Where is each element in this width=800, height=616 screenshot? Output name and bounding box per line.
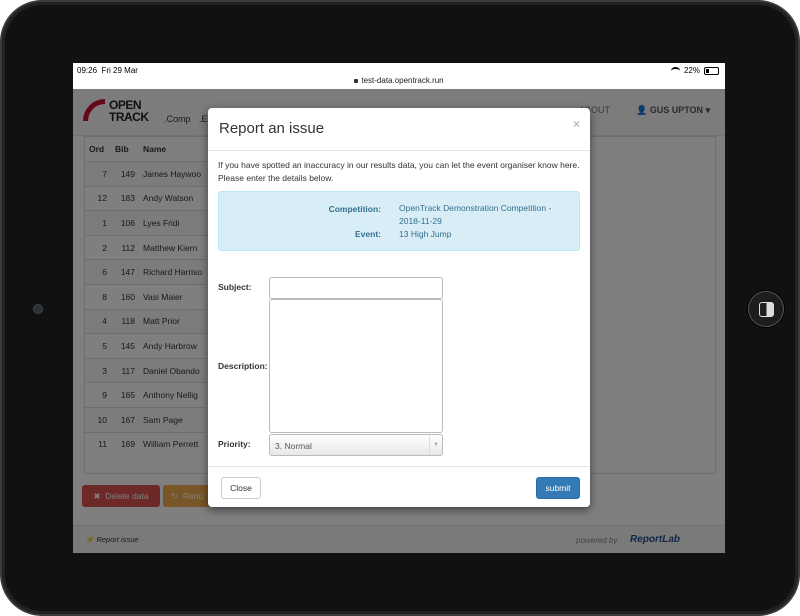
modal-title: Report an issue	[219, 120, 325, 137]
subject-label: Subject:	[218, 282, 252, 292]
url-text: test-data.opentrack.run	[361, 76, 444, 85]
report-issue-modal: Report an issue × If you have spotted an…	[208, 108, 590, 507]
event-value: 13 High Jump	[399, 229, 452, 239]
modal-footer: Close submit	[208, 466, 590, 508]
battery-icon	[704, 66, 719, 75]
info-box: Competition: OpenTrack Demonstration Com…	[218, 191, 580, 251]
priority-value: 3. Normal	[275, 441, 312, 451]
submit-button[interactable]: submit	[536, 477, 580, 499]
address-bar[interactable]: test-data.opentrack.run	[73, 76, 725, 85]
battery-percent: 22%	[683, 66, 700, 75]
home-icon	[759, 302, 774, 317]
screen: 09:26 Fri 29 Mar test-data.opentrack.run…	[73, 63, 725, 553]
competition-value: OpenTrack Demonstration Competition - 20…	[399, 203, 552, 226]
date-text: Fri 29 Mar	[101, 66, 138, 75]
close-button[interactable]: Close	[221, 477, 261, 499]
competition-label: Competition:	[328, 204, 381, 214]
intro-text: If you have spotted an inaccuracy in our…	[218, 160, 580, 183]
time-text: 09:26	[77, 66, 98, 75]
chevron-down-icon: ▼	[429, 435, 442, 455]
tablet-frame: 09:26 Fri 29 Mar test-data.opentrack.run…	[0, 0, 800, 616]
status-right: 22%	[670, 66, 719, 75]
event-label: Event:	[355, 229, 381, 239]
priority-label: Priority:	[218, 439, 251, 449]
modal-header: Report an issue ×	[208, 108, 590, 151]
camera	[33, 304, 43, 314]
status-time: 09:26 Fri 29 Mar	[77, 66, 138, 75]
lock-icon	[354, 79, 359, 83]
wifi-icon	[670, 66, 680, 75]
description-label: Description:	[218, 361, 268, 371]
close-icon[interactable]: ×	[573, 117, 580, 131]
status-bar: 09:26 Fri 29 Mar test-data.opentrack.run…	[73, 63, 725, 89]
priority-select[interactable]: 3. Normal ▼	[269, 434, 443, 456]
subject-input[interactable]	[269, 277, 443, 299]
description-textarea[interactable]	[269, 299, 443, 433]
home-button[interactable]	[748, 291, 784, 327]
